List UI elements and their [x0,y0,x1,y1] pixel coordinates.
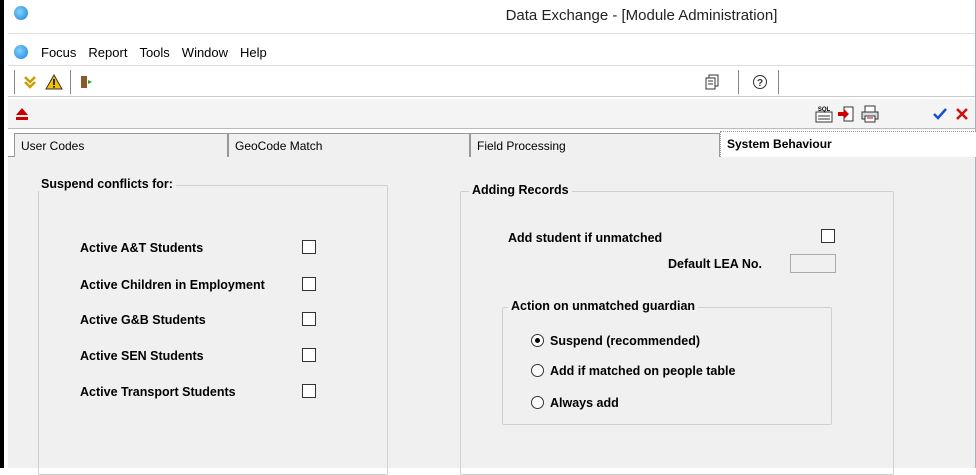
add-student-checkbox[interactable] [821,229,835,243]
active-children-employment-checkbox[interactable] [302,277,316,291]
toolbar-separator [14,70,15,94]
menu-bar: Focus Report Tools Window Help [8,41,975,63]
exit-door-icon[interactable] [76,72,96,92]
tab-strip: User Codes GeoCode Match Field Processin… [8,131,976,157]
suspend-conflicts-title: Suspend conflicts for: [38,177,176,191]
active-at-students-checkbox[interactable] [302,240,316,254]
menu-app-icon[interactable] [14,45,28,59]
svg-text:SQL: SQL [818,107,831,113]
active-transport-students-checkbox[interactable] [302,384,316,398]
add-if-matched-label: Add if matched on people table [550,364,736,378]
toolbar-separator [778,70,779,94]
active-transport-students-label: Active Transport Students [80,385,236,399]
menu-help[interactable]: Help [234,45,273,60]
tab-user-codes[interactable]: User Codes [14,133,228,157]
default-lea-label: Default LEA No. [668,257,762,271]
window-title: Data Exchange - [Module Administration] [505,7,778,24]
cancel-x-icon[interactable] [952,104,972,124]
active-gb-students-checkbox[interactable] [302,312,316,326]
confirm-check-icon[interactable] [930,104,950,124]
menu-focus[interactable]: Focus [35,45,82,60]
warning-icon[interactable] [44,72,64,92]
active-sen-students-checkbox[interactable] [302,348,316,362]
active-gb-students-label: Active G&B Students [80,313,206,327]
suspend-recommended-label: Suspend (recommended) [550,334,701,348]
always-add-radio[interactable] [531,396,544,409]
eject-icon[interactable] [12,104,32,124]
suspend-conflicts-group [38,185,388,475]
sql-icon[interactable]: SQL [814,104,834,124]
tab-geocode-match[interactable]: GeoCode Match [228,133,470,157]
toolbar-separator [70,70,71,94]
download-arrow-icon[interactable] [20,72,40,92]
module-toolbar: SQL [8,99,975,129]
active-children-employment-label: Active Children in Employment [80,278,265,292]
unmatched-guardian-title: Action on unmatched guardian [508,299,699,313]
tab-system-behaviour[interactable]: System Behaviour [720,131,976,157]
copy-icon[interactable] [702,72,722,92]
menu-window[interactable]: Window [176,45,234,60]
help-icon[interactable]: ? [750,72,770,92]
active-at-students-label: Active A&T Students [80,241,204,255]
import-icon[interactable] [836,104,856,124]
print-icon[interactable] [860,104,880,124]
always-add-label: Always add [550,396,619,410]
add-if-matched-radio[interactable] [531,364,544,377]
active-sen-students-label: Active SEN Students [80,349,204,363]
app-window: Data Exchange - [Module Administration] … [0,0,976,475]
system-behaviour-panel: Suspend conflicts for: Active A&T Studen… [8,157,975,475]
title-bar: Data Exchange - [Module Administration] [8,0,975,34]
tab-field-processing[interactable]: Field Processing [470,133,720,157]
suspend-recommended-radio[interactable] [531,334,544,347]
default-lea-input[interactable] [790,254,836,273]
svg-text:?: ? [757,78,763,89]
menu-tools[interactable]: Tools [133,45,175,60]
menu-report[interactable]: Report [82,45,133,60]
add-student-label: Add student if unmatched [508,231,663,245]
main-toolbar: ? [8,65,975,97]
adding-records-title: Adding Records [469,183,572,197]
toolbar-separator [738,70,739,94]
